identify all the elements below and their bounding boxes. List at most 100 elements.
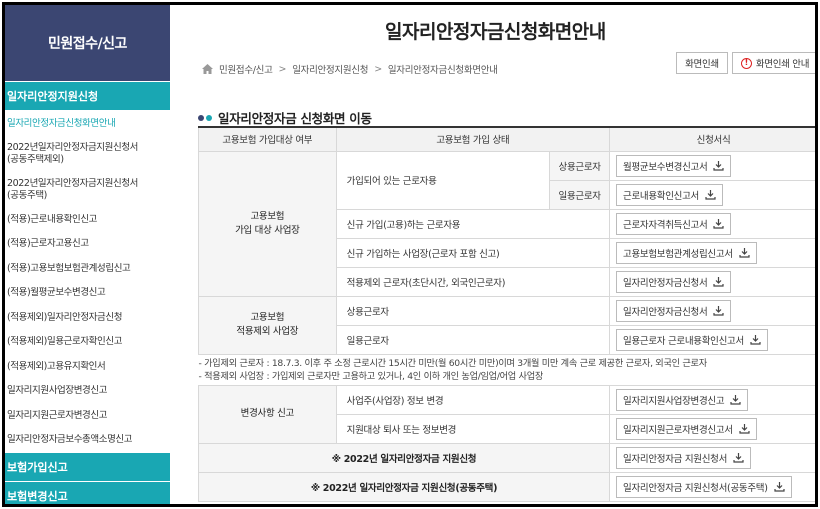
sidebar-title: 민원접수/신고	[5, 5, 170, 81]
status-cell: 일용근로자	[335, 324, 611, 355]
table-header: 신청서식	[609, 126, 815, 152]
table-header: 고용보험 가입대상 여부	[198, 126, 337, 152]
sidebar-item-exempt-apply[interactable]: (적용제외)일자리안정자금신청	[5, 312, 170, 325]
sidebar-category-job-stability[interactable]: 일자리안정지원신청	[5, 82, 170, 110]
home-icon[interactable]	[202, 64, 213, 74]
download-icon	[739, 248, 750, 258]
center-cell: ※ 2022년 일자리안정자금 지원신청	[197, 442, 611, 473]
sidebar-item-wage-change[interactable]: (적용)월평균보수변경신고	[5, 287, 170, 300]
form-cell: 일자리지원사업장변경신고	[609, 384, 815, 415]
breadcrumb-separator: >	[374, 63, 382, 75]
download-icon	[713, 277, 725, 287]
bullet-icon	[206, 114, 212, 121]
table-header: 고용보험 가입 상태	[335, 126, 611, 152]
table-row: 고용보험 적용제외 사업장 상용근로자 일자리안정자금신청서	[198, 295, 815, 355]
download-icon	[739, 424, 750, 434]
download-button[interactable]: 일자리안정자금신청서	[616, 270, 732, 293]
print-button-label: 화면인쇄	[685, 59, 719, 70]
form-cell: 일자리안정자금신청서	[609, 266, 815, 297]
print-guide-button[interactable]: ! 화면인쇄 안내	[732, 52, 815, 74]
sidebar-item-insurance-relation[interactable]: (적용)고용보험보험관계성립신고	[5, 263, 170, 276]
form-cell: 일자리지원근로자변경신고서	[609, 413, 815, 444]
status-cell: 사업주(사업장) 정보 변경	[335, 384, 611, 415]
status-cell: 적용제외 근로자(초단시간, 외국인근로자)	[335, 266, 611, 297]
sidebar-item-exempt-daily[interactable]: (적용제외)일용근로자확인신고	[5, 336, 170, 349]
print-button[interactable]: 화면인쇄	[676, 52, 728, 74]
form-cell: 일자리안정자금 지원신청서	[609, 442, 815, 473]
form-cell: 일자리안정자금 지원신청서(공동주택)	[609, 471, 815, 502]
form-cell: 근로자자격취득신고서	[609, 208, 815, 239]
breadcrumb-item[interactable]: 일자리안정지원신청	[292, 62, 368, 76]
table-row: ※ 2022년 일자리안정자금 지원신청 일자리안정자금 지원신청서	[197, 442, 815, 473]
download-button[interactable]: 일자리안정자금 지원신청서(공동주택)	[616, 475, 792, 498]
download-button[interactable]: 일자리지원근로자변경신고서	[616, 417, 757, 440]
sidebar-item-hire-report[interactable]: (적용)근로자고용신고	[5, 238, 170, 251]
breadcrumb-item[interactable]: 민원접수/신고	[219, 62, 273, 76]
sidebar-list: 일자리안정자금신청화면안내 2022년일자리안정자금지원신청서 (공동주택제외)…	[5, 110, 170, 447]
sidebar-category-insurance-join[interactable]: 보험가입신고	[5, 452, 170, 481]
sidebar-item-apply-general[interactable]: 2022년일자리안정자금지원신청서	[5, 142, 170, 155]
sidebar-item-work-report[interactable]: (적용)근로내용확인신고	[5, 214, 170, 227]
sidebar-item-worker-change[interactable]: 일자리지원근로자변경신고	[5, 410, 170, 423]
download-label: 일자리지원사업장변경신고	[623, 395, 725, 407]
sidebar-item-exempt-retention[interactable]: (적용제외)고용유지확인서	[5, 361, 170, 374]
form-cell: 근로내용확인신고서	[609, 179, 815, 210]
download-icon	[774, 482, 785, 492]
status-cell: 가입되어 있는 근로자용	[335, 150, 551, 210]
sidebar-item-guide[interactable]: 일자리안정자금신청화면안내	[5, 118, 170, 131]
status-cell: 신규 가입(고용)하는 근로자용	[335, 208, 611, 239]
section-title: 일자리안정자금 신청화면 이동	[198, 108, 372, 127]
print-guide-label: 화면인쇄 안내	[755, 59, 810, 70]
download-button[interactable]: 일용근로자 근로내용확인신고서	[616, 328, 768, 351]
group-cell-covered: 고용보험 가입 대상 사업장	[198, 150, 337, 297]
sidebar: 민원접수/신고 일자리안정지원신청 일자리안정자금신청화면안내 2022년일자리…	[5, 5, 170, 504]
download-label: 근로자자격취득신고서	[623, 219, 708, 231]
table-row: 변경사항 신고 사업주(사업장) 정보 변경 일자리지원사업장변경신고	[198, 384, 815, 444]
sub-cell: 상용근로자	[549, 150, 611, 181]
group-label: 고용보험 적용제외 사업장	[236, 312, 299, 337]
sidebar-item-workplace-change[interactable]: 일자리지원사업장변경신고	[5, 385, 170, 398]
download-button[interactable]: 근로내용확인신고서	[616, 183, 723, 206]
breadcrumb: 민원접수/신고 > 일자리안정지원신청 > 일자리안정자금신청화면안내	[202, 62, 498, 76]
download-icon	[705, 190, 716, 200]
table-header-row: 고용보험 가입대상 여부 고용보험 가입 상태 신청서식	[198, 126, 815, 152]
status-cell: 상용근로자	[335, 295, 611, 326]
form-cell: 일자리안정자금신청서	[609, 295, 815, 326]
sidebar-item-wage-total[interactable]: 일자리안정자금보수총액소명신고	[5, 434, 170, 447]
breadcrumb-item[interactable]: 일자리안정자금신청화면안내	[388, 62, 498, 76]
warning-icon: !	[740, 57, 752, 69]
download-icon	[713, 161, 725, 171]
download-label: 고용보험보험관계성립신고서	[623, 248, 733, 260]
download-button[interactable]: 일자리지원사업장변경신고	[616, 388, 749, 411]
sidebar-category-insurance-change[interactable]: 보험변경신고	[5, 481, 170, 504]
download-icon	[730, 395, 741, 405]
sub-cell: 일용근로자	[549, 179, 611, 210]
note-text: - 가입제외 근로자 : 18.7.3. 이후 주 소정 근로시간 15시간 미…	[198, 357, 708, 369]
download-icon	[713, 306, 725, 316]
download-button[interactable]: 근로자자격취득신고서	[616, 212, 732, 235]
form-cell: 고용보험보험관계성립신고서	[609, 237, 815, 268]
sidebar-item-apply-housing[interactable]: 2022년일자리안정자금지원신청서	[5, 178, 170, 191]
bullet-icon	[198, 114, 204, 121]
note-text: - 적용제외 사업장 : 가입제외 근로자만 고용하고 있거나, 4인 이하 개…	[198, 370, 544, 382]
sidebar-item-apply-housing-sub[interactable]: (공동주택)	[5, 190, 170, 203]
window-frame: 민원접수/신고 일자리안정지원신청 일자리안정자금신청화면안내 2022년일자리…	[2, 2, 818, 507]
table-row: 고용보험 가입 대상 사업장 가입되어 있는 근로자용 상용근로자 월평균보수변경…	[198, 150, 815, 297]
download-label: 일용근로자 근로내용확인신고서	[623, 335, 744, 347]
form-table: 고용보험 가입대상 여부 고용보험 가입 상태 신청서식 고용보험 가입 대상 사…	[197, 126, 815, 502]
note-cell: - 가입제외 근로자 : 18.7.3. 이후 주 소정 근로시간 15시간 미…	[198, 353, 815, 386]
sidebar-item-apply-general-sub[interactable]: (공동주택제외)	[5, 154, 170, 167]
main-content: 일자리안정자금신청화면안내 민원접수/신고 > 일자리안정지원신청 > 일자리안…	[195, 5, 815, 504]
download-button[interactable]: 고용보험보험관계성립신고서	[616, 241, 757, 264]
download-label: 일자리안정자금신청서	[623, 306, 708, 318]
download-button[interactable]: 일자리안정자금 지원신청서	[616, 446, 752, 469]
center-cell: ※ 2022년 일자리안정자금 지원신청(공동주택)	[197, 471, 611, 502]
download-label: 일자리지원근로자변경신고서	[623, 424, 733, 436]
group-cell-exempt: 고용보험 적용제외 사업장	[198, 295, 337, 355]
download-label: 일자리안정자금신청서	[623, 277, 708, 289]
download-button[interactable]: 일자리안정자금신청서	[616, 299, 732, 322]
group-cell-change: 변경사항 신고	[198, 384, 337, 444]
download-button[interactable]: 월평균보수변경신고서	[616, 154, 732, 177]
status-cell: 신규 가입하는 사업장(근로자 포함 신고)	[335, 237, 611, 268]
download-label: 일자리안정자금 지원신청서(공동주택)	[623, 482, 768, 494]
